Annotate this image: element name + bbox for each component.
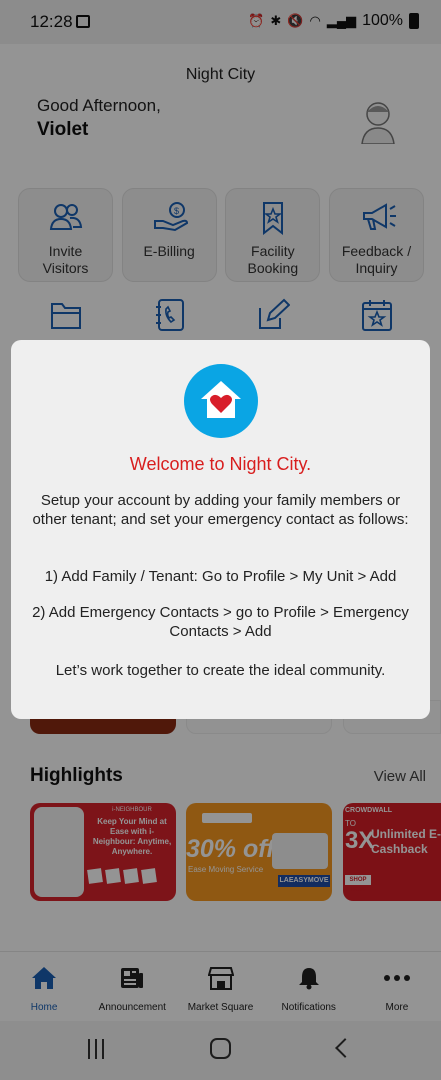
dialog-closing: Let’s work together to create the ideal … <box>55 662 386 679</box>
welcome-dialog: Welcome to Night City. Setup your accoun… <box>11 340 430 719</box>
dialog-title: Welcome to Night City. <box>129 454 312 474</box>
dialog-step-family: 1) Add Family / Tenant: Go to Profile > … <box>44 568 397 585</box>
home-heart-icon <box>184 364 258 438</box>
dialog-step-emergency: 2) Add Emergency Contacts > go to Profil… <box>32 604 409 640</box>
dialog-instructions: Setup your account by adding your family… <box>32 492 409 528</box>
